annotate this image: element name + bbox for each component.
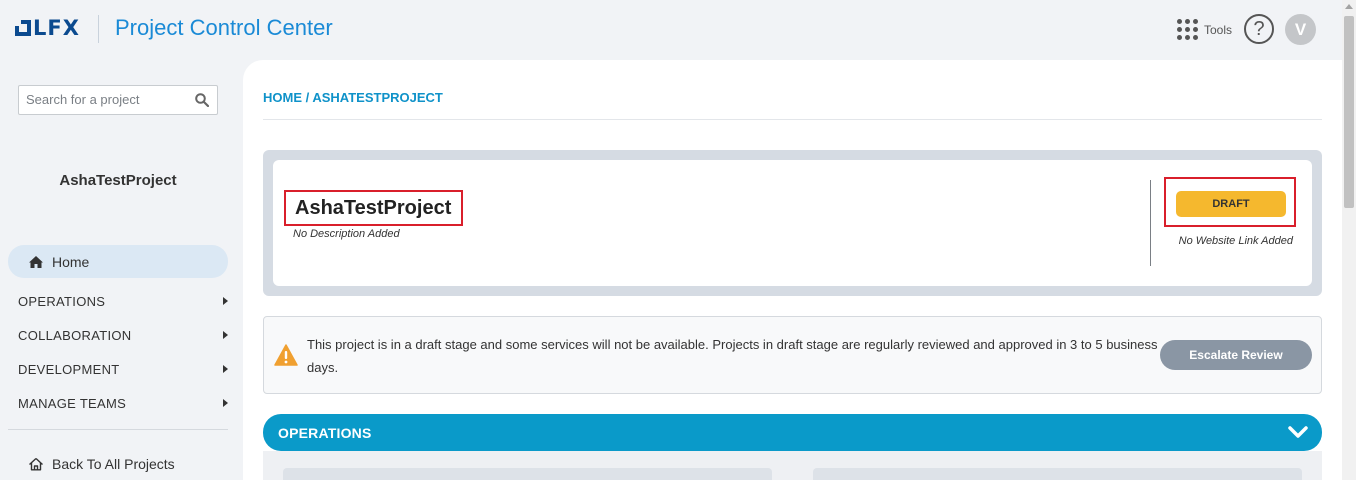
caret-right-icon (223, 331, 228, 339)
project-card-frame: AshaTestProject No Description Added DRA… (263, 150, 1322, 296)
sidebar-item-home[interactable]: Home (8, 245, 228, 278)
help-icon[interactable]: ? (1244, 14, 1274, 44)
logo-mark-icon (13, 18, 31, 36)
sidebar-item-collaboration[interactable]: COLLABORATION (18, 325, 230, 345)
lfx-logo[interactable]: LFX (13, 16, 80, 40)
breadcrumb-divider (263, 119, 1322, 120)
user-avatar[interactable]: V (1285, 14, 1316, 45)
caret-right-icon (223, 365, 228, 373)
search-icon[interactable] (195, 93, 209, 107)
home-outline-icon (29, 457, 43, 471)
operations-section-header[interactable]: OPERATIONS (263, 414, 1322, 451)
back-link-label: Back To All Projects (52, 456, 175, 472)
tools-label: Tools (1204, 22, 1233, 37)
sidebar-item-label: Home (52, 253, 90, 270)
main-panel: HOME / ASHATESTPROJECT AshaTestProject N… (243, 60, 1342, 480)
operations-title: OPERATIONS (278, 425, 372, 441)
breadcrumb[interactable]: HOME / ASHATESTPROJECT (263, 90, 443, 105)
apps-grid-icon (1177, 19, 1198, 40)
notice-text: This project is in a draft stage and som… (307, 337, 1158, 375)
card-divider (1150, 180, 1151, 266)
app-title: Project Control Center (115, 15, 333, 40)
status-highlight: DRAFT (1164, 177, 1296, 227)
header-divider (98, 15, 99, 43)
back-to-projects-link[interactable]: Back To All Projects (28, 456, 175, 472)
project-name-highlight: AshaTestProject (284, 190, 463, 226)
tools-menu[interactable]: Tools (1177, 19, 1232, 40)
sidebar-item-development[interactable]: DEVELOPMENT (18, 359, 230, 379)
scroll-up-icon[interactable] (1345, 4, 1353, 9)
warning-icon (274, 344, 298, 366)
sidebar-item-label: MANAGE TEAMS (18, 395, 127, 411)
sidebar: AshaTestProject Home OPERATIONS COLLABOR… (0, 60, 243, 480)
logo-text: LFX (33, 16, 80, 40)
home-icon (29, 255, 43, 268)
sidebar-item-manage-teams[interactable]: MANAGE TEAMS (18, 393, 230, 413)
escalate-review-button[interactable]: Escalate Review (1160, 340, 1312, 370)
project-card: AshaTestProject No Description Added DRA… (273, 160, 1312, 286)
draft-status-button[interactable]: DRAFT (1176, 191, 1286, 217)
project-description: No Description Added (293, 228, 400, 240)
scrollbar-thumb[interactable] (1344, 16, 1354, 208)
caret-right-icon (223, 399, 228, 407)
project-title: AshaTestProject (295, 197, 452, 219)
chevron-down-icon[interactable] (1287, 423, 1309, 441)
draft-notice: This project is in a draft stage and som… (263, 316, 1322, 394)
top-bar: LFX Project Control Center Tools ? V (0, 0, 1342, 60)
sidebar-project-name: AshaTestProject (59, 172, 177, 189)
sidebar-item-label: OPERATIONS (18, 293, 106, 309)
sidebar-item-label: DEVELOPMENT (18, 361, 120, 377)
sidebar-divider (8, 429, 228, 430)
operations-card (283, 468, 772, 480)
project-search (18, 85, 218, 115)
sidebar-item-operations[interactable]: OPERATIONS (18, 291, 230, 311)
sidebar-item-label: COLLABORATION (18, 327, 132, 343)
search-input[interactable] (26, 92, 186, 107)
website-link-text: No Website Link Added (1178, 235, 1293, 247)
operations-section-body (263, 451, 1322, 480)
operations-card (813, 468, 1302, 480)
caret-right-icon (223, 297, 228, 305)
page-scrollbar[interactable] (1342, 0, 1356, 480)
